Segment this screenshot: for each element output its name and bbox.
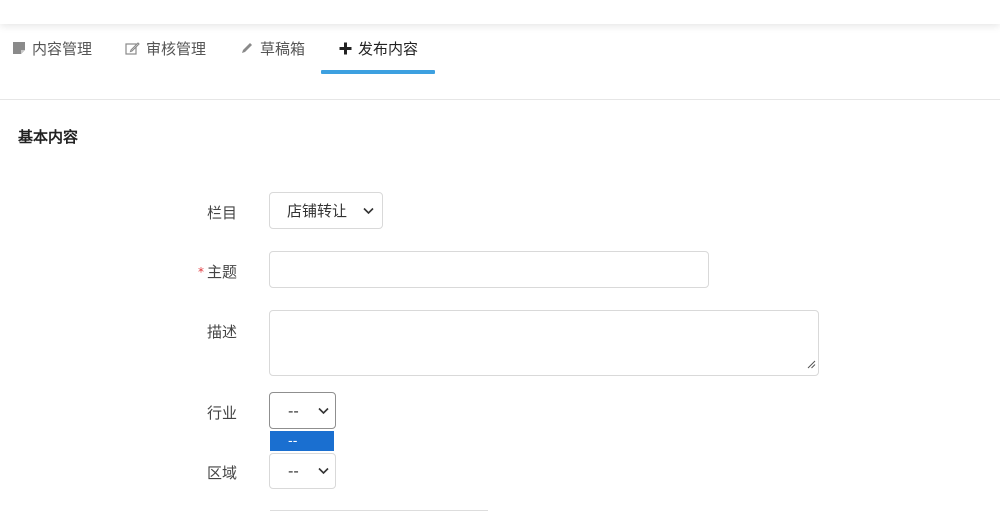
category-select-value: 店铺转让 <box>287 202 348 220</box>
tab-bar: 内容管理 审核管理 草稿箱 发布内容 <box>0 24 1000 100</box>
tab-review-management[interactable]: 审核管理 <box>125 36 206 60</box>
category-select[interactable]: 店铺转让 <box>269 192 383 229</box>
active-tab-indicator <box>321 70 435 74</box>
section-title: 基本内容 <box>18 128 79 146</box>
industry-label: 行业 <box>167 402 237 423</box>
top-bar <box>0 0 1000 24</box>
category-label: 栏目 <box>167 202 237 223</box>
chevron-down-icon <box>318 407 329 415</box>
tab-content-management[interactable]: 内容管理 <box>12 36 92 60</box>
chevron-down-icon <box>363 207 374 215</box>
tab-publish-content[interactable]: 发布内容 <box>339 36 418 60</box>
tab-label: 发布内容 <box>358 39 419 58</box>
region-select-value: -- <box>288 462 299 480</box>
chevron-down-icon <box>318 467 329 475</box>
region-label-text: 区域 <box>206 464 237 482</box>
subject-label: * 主题 <box>167 261 237 282</box>
region-select[interactable]: -- <box>269 453 336 489</box>
subject-label-text: 主题 <box>206 263 237 281</box>
description-label: 描述 <box>167 321 237 342</box>
tab-drafts[interactable]: 草稿箱 <box>240 36 305 60</box>
tab-label: 审核管理 <box>146 39 207 58</box>
industry-select[interactable]: -- <box>269 392 336 429</box>
required-mark: * <box>197 265 204 279</box>
industry-select-value: -- <box>288 401 299 420</box>
document-icon <box>12 41 26 55</box>
plus-icon <box>339 42 352 55</box>
tab-label: 内容管理 <box>32 39 93 58</box>
industry-label-text: 行业 <box>206 404 237 422</box>
pencil-icon <box>240 41 254 55</box>
region-label: 区域 <box>167 462 237 483</box>
subject-input[interactable] <box>269 251 709 288</box>
category-label-text: 栏目 <box>206 204 237 222</box>
page: 内容管理 审核管理 草稿箱 发布内容 基本内容 栏目 店铺转让 * 主题 描述 … <box>0 0 1000 512</box>
resize-handle-icon[interactable] <box>807 354 816 373</box>
tab-label: 草稿箱 <box>260 39 306 58</box>
next-field-edge <box>270 510 488 511</box>
description-textarea[interactable] <box>269 310 819 376</box>
edit-icon <box>125 41 140 56</box>
industry-dropdown-option[interactable]: -- <box>270 431 334 451</box>
description-label-text: 描述 <box>206 323 237 341</box>
